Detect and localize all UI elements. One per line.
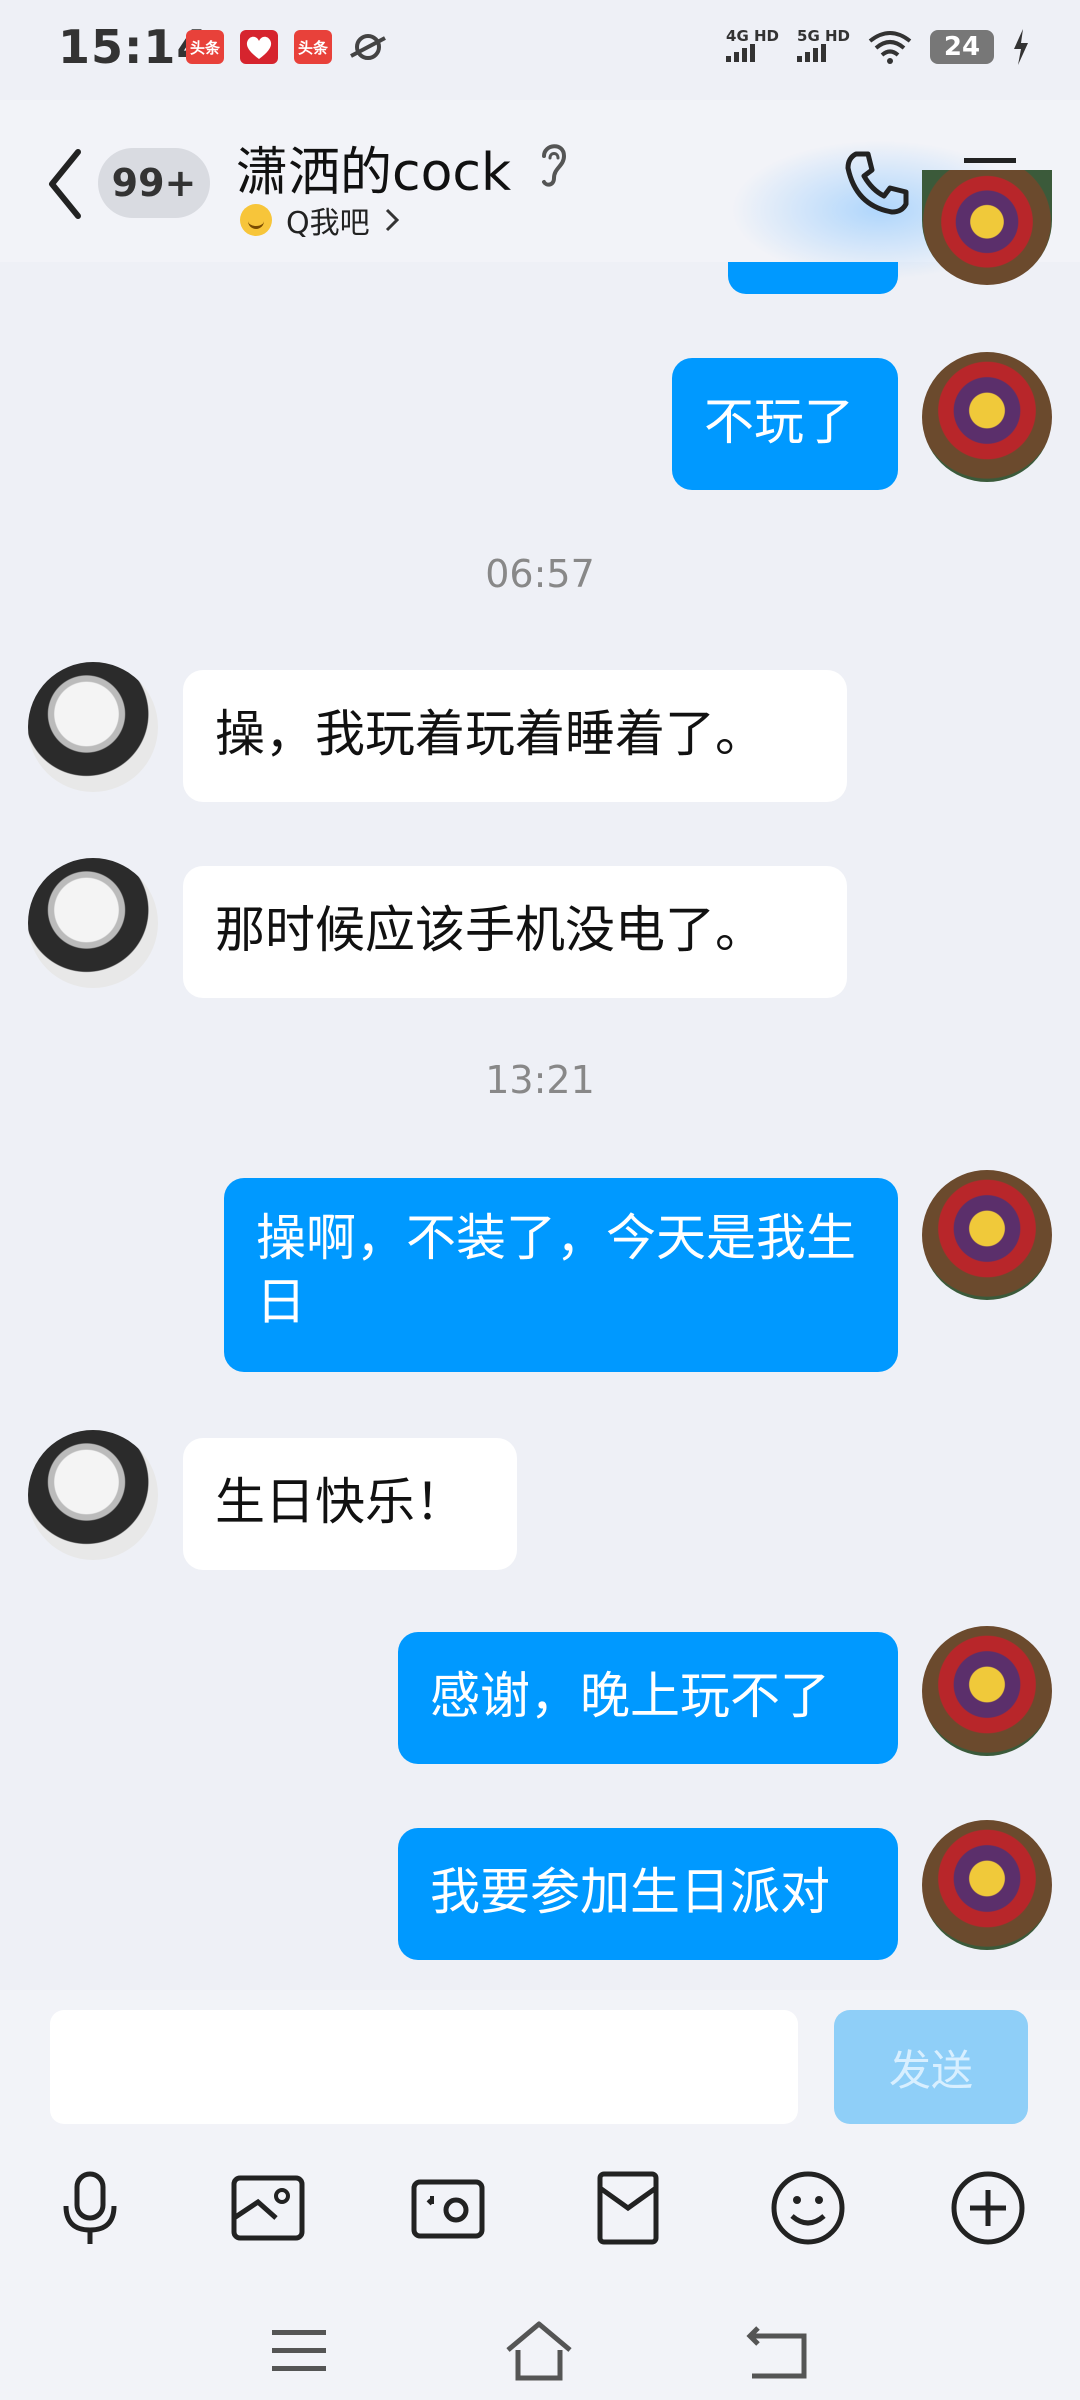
smile-status-icon [240,204,272,236]
timestamp: 06:57 [485,552,595,596]
ear-icon[interactable] [536,138,572,190]
chevron-right-icon [385,208,399,232]
signal-5g: 5G HD [797,28,850,66]
message-bubble-in[interactable]: 生日快乐！ [183,1438,517,1570]
message-input[interactable] [50,2010,798,2124]
nav-menu-icon[interactable] [264,2316,334,2386]
charging-icon [1014,29,1028,65]
status-bar: 15:14 头条 头条 4G HD 5G HD 24 [0,0,1080,100]
camera-icon[interactable] [408,2168,488,2248]
partial-message-bubble[interactable] [728,262,898,294]
contact-avatar[interactable] [28,662,158,792]
notification-icons: 头条 头条 [186,30,388,64]
subtitle-text: Q我吧 [286,206,370,241]
planet-app-icon [348,30,388,64]
battery-indicator: 24 [930,30,994,64]
status-right: 4G HD 5G HD 24 [726,28,1030,66]
contact-avatar[interactable] [28,1430,158,1560]
send-button[interactable]: 发送 [834,2010,1028,2124]
microphone-icon[interactable] [50,2168,130,2248]
message-bubble-out[interactable]: 我要参加生日派对 [398,1828,898,1960]
message-bubble-out[interactable]: 不玩了 [672,358,898,490]
wifi-icon [868,31,912,64]
toutiao-app-icon-2: 头条 [294,30,332,64]
message-bubble-out[interactable]: 感谢，晚上玩不了 [398,1632,898,1764]
unread-count-badge[interactable]: 99+ [98,148,210,218]
my-avatar[interactable] [922,352,1052,482]
contact-avatar[interactable] [28,858,158,988]
nav-home-icon[interactable] [504,2316,574,2386]
back-arrow-icon[interactable] [42,144,90,224]
image-icon[interactable] [228,2168,308,2248]
phone-call-icon[interactable] [842,148,912,218]
my-avatar[interactable] [922,1626,1052,1756]
plus-icon[interactable] [948,2168,1028,2248]
my-avatar[interactable] [922,1170,1052,1300]
composer-area: 发送 [0,1990,1080,2400]
chat-header: 99+ 潇洒的cock Q我吧 [0,100,1080,280]
timestamp: 13:21 [485,1058,595,1102]
heart-app-icon [240,30,278,64]
message-bubble-in[interactable]: 那时候应该手机没电了。 [183,866,847,998]
signal-4g: 4G HD [726,28,779,66]
nav-back-icon[interactable] [744,2316,814,2386]
my-avatar[interactable] [922,1820,1052,1950]
message-bubble-out[interactable]: 操啊，不装了，今天是我生日 [224,1178,898,1372]
emoji-icon[interactable] [768,2168,848,2248]
toutiao-app-icon: 头条 [186,30,224,64]
chat-title[interactable]: 潇洒的cock [236,130,511,205]
chat-subtitle[interactable]: Q我吧 [240,198,400,242]
message-bubble-in[interactable]: 操，我玩着玩着睡着了。 [183,670,847,802]
red-packet-icon[interactable] [588,2168,668,2248]
